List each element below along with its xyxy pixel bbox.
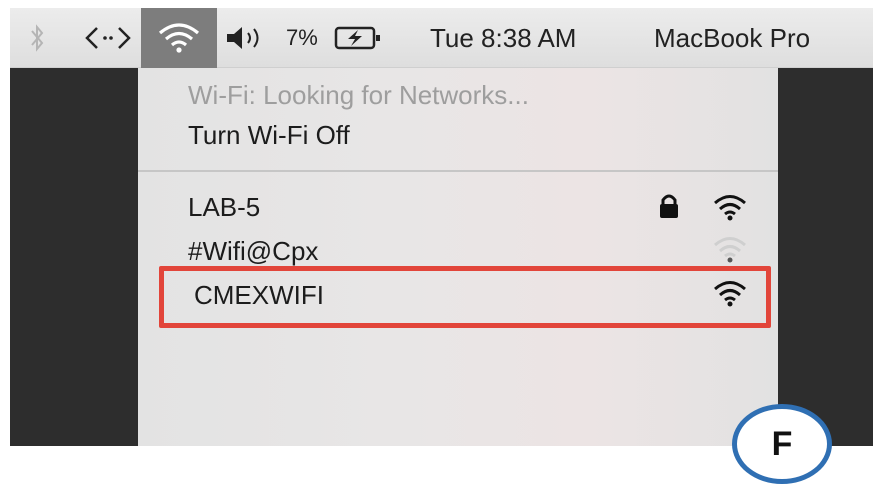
wifi-signal-strong-icon <box>712 192 748 227</box>
background-window <box>10 68 138 446</box>
callout-badge: F <box>732 404 832 484</box>
menu-separator <box>138 170 778 172</box>
volume-icon[interactable] <box>215 8 277 68</box>
wifi-status-text: Wi-Fi: Looking for Networks... <box>188 80 529 110</box>
background-window <box>778 68 873 446</box>
lock-icon <box>658 192 680 225</box>
clock[interactable]: Tue 8:38 AM <box>430 8 576 68</box>
battery-charging-icon[interactable] <box>334 8 386 68</box>
battery-percent: 7% <box>286 25 318 50</box>
network-highlight-box <box>159 266 771 328</box>
code-icon[interactable] <box>80 8 136 68</box>
host-name[interactable]: MacBook Pro <box>654 8 810 68</box>
wifi-icon[interactable] <box>141 8 217 68</box>
wifi-signal-weak-icon <box>712 234 748 269</box>
wifi-dropdown-menu: Wi-Fi: Looking for Networks... Turn Wi-F… <box>138 68 778 446</box>
menu-bar: 7% Tue 8:38 AM MacBook Pro <box>10 8 873 68</box>
network-item-lab-5[interactable]: LAB-5 <box>188 192 260 223</box>
bluetooth-icon[interactable] <box>24 8 50 68</box>
network-item-wifi-cpx[interactable]: #Wifi@Cpx <box>188 236 318 267</box>
turn-wifi-off-menu-item[interactable]: Turn Wi-Fi Off <box>188 120 350 151</box>
